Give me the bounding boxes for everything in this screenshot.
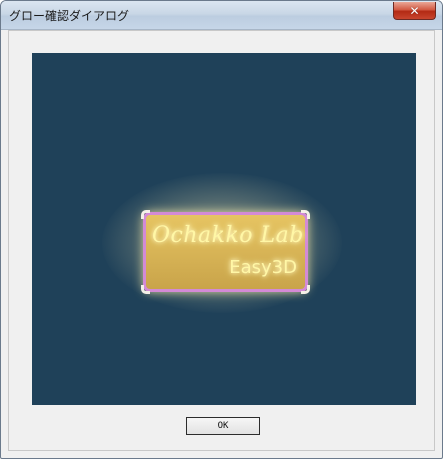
ochakko-lab-logo: Ochakko Lab Easy3D	[141, 210, 310, 294]
logo-corner-top-right	[301, 210, 310, 219]
logo-text-line2: Easy3D	[229, 257, 297, 278]
close-button[interactable]: ✕	[393, 2, 436, 20]
close-icon: ✕	[409, 3, 420, 18]
title-bar[interactable]: グロー確認ダイアログ ✕	[1, 1, 442, 30]
logo-text-line1: Ochakko Lab	[152, 223, 304, 248]
window-title: グロー確認ダイアログ	[9, 9, 130, 23]
glow-preview-viewport: Ochakko Lab Easy3D	[32, 53, 416, 405]
glow-dialog-window: グロー確認ダイアログ ✕ Ochakko Lab Easy3D OK	[0, 0, 443, 459]
logo-corner-bottom-right	[301, 285, 310, 294]
logo-corner-top-left	[141, 210, 150, 219]
ok-button[interactable]: OK	[186, 417, 260, 435]
logo-corner-bottom-left	[141, 285, 150, 294]
